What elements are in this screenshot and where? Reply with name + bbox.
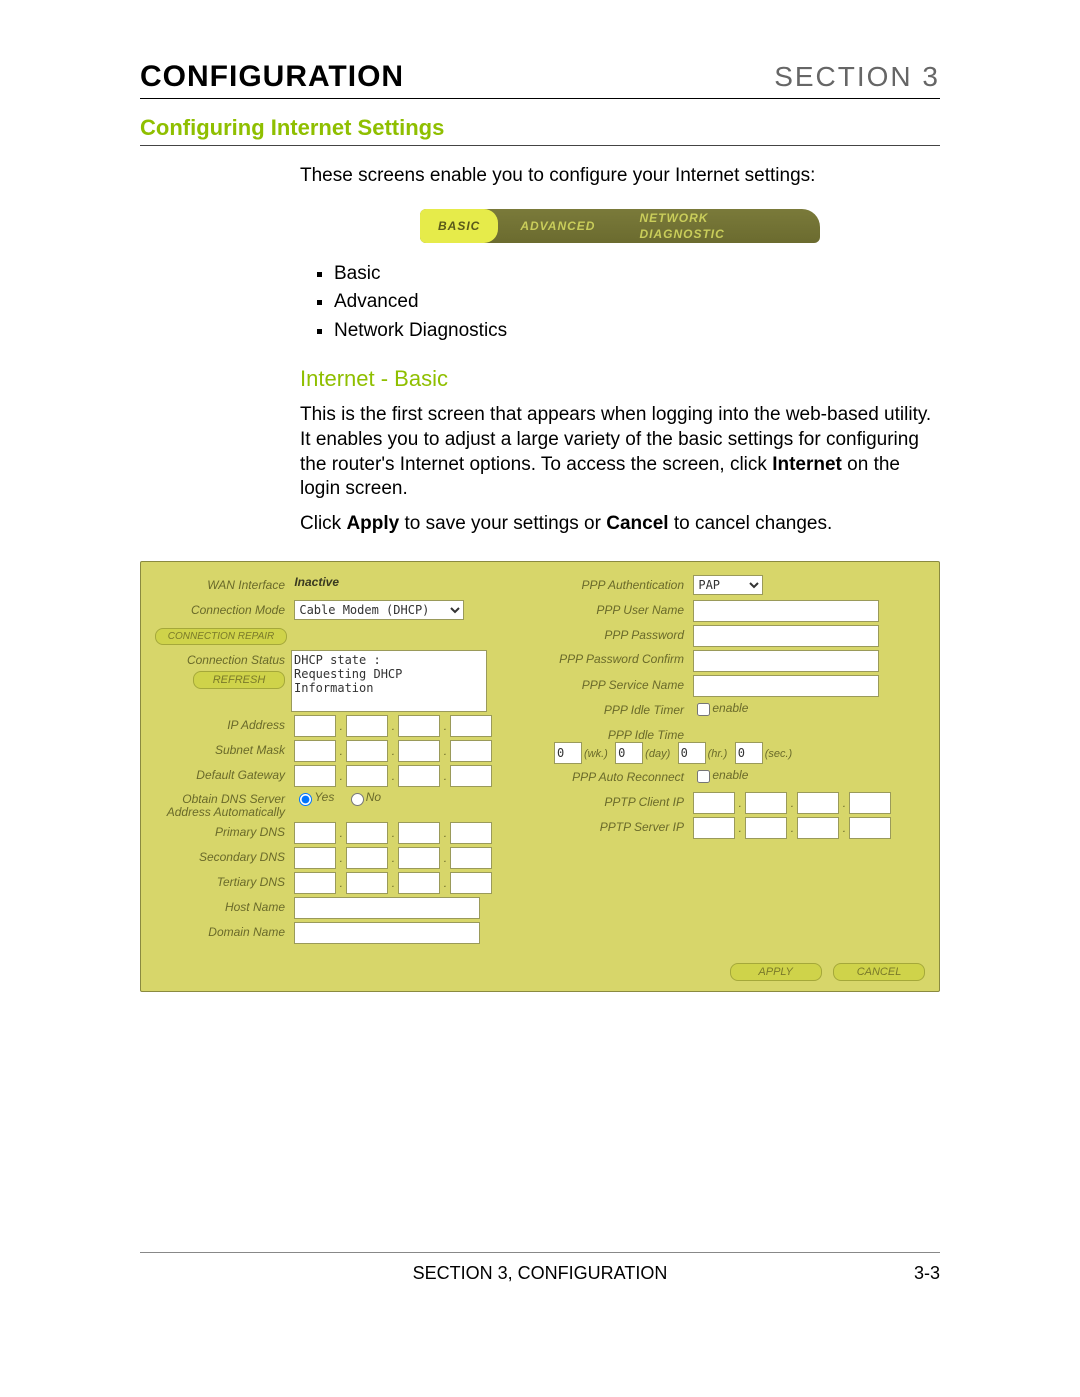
- ip-address-label: IP Address: [155, 715, 285, 732]
- ip-address-octet[interactable]: [346, 715, 388, 737]
- connection-status-text[interactable]: DHCP state : Requesting DHCP Information: [291, 650, 487, 712]
- pptp-client-ip-label: PPTP Client IP: [554, 792, 684, 809]
- idle-hr-input[interactable]: [678, 742, 706, 764]
- primary-dns-octet[interactable]: [294, 822, 336, 844]
- refresh-button[interactable]: REFRESH: [193, 671, 285, 689]
- pptp-server-octet[interactable]: [797, 817, 839, 839]
- subnet-octet[interactable]: [450, 740, 492, 762]
- ppp-auth-label: PPP Authentication: [554, 575, 684, 592]
- router-settings-panel: WAN Interface Inactive Connection Mode C…: [140, 561, 940, 992]
- subnet-octet[interactable]: [294, 740, 336, 762]
- ppp-password-confirm-input[interactable]: [693, 650, 879, 672]
- apply-button[interactable]: APPLY: [730, 963, 822, 981]
- pptp-client-octet[interactable]: [849, 792, 891, 814]
- tab-basic: BASIC: [420, 209, 498, 243]
- obtain-dns-no[interactable]: No: [346, 790, 381, 804]
- ppp-idle-timer-enable[interactable]: enable: [693, 701, 748, 715]
- tertiary-dns-octet[interactable]: [294, 872, 336, 894]
- secondary-dns-octet[interactable]: [450, 847, 492, 869]
- subnet-octet[interactable]: [346, 740, 388, 762]
- intro-text: These screens enable you to configure yo…: [300, 164, 940, 189]
- ppp-service-name-label: PPP Service Name: [554, 675, 684, 692]
- tabs-screenshot: BASIC ADVANCED NETWORK DIAGNOSTIC: [420, 209, 820, 243]
- tertiary-dns-octet[interactable]: [398, 872, 440, 894]
- secondary-dns-octet[interactable]: [398, 847, 440, 869]
- bullet-item: Basic: [334, 261, 940, 287]
- ppp-auth-select[interactable]: PAP: [693, 575, 763, 595]
- header-title: CONFIGURATION: [140, 60, 404, 94]
- host-name-label: Host Name: [155, 897, 285, 914]
- paragraph-1: This is the first screen that appears wh…: [300, 403, 940, 502]
- ppp-service-name-input[interactable]: [693, 675, 879, 697]
- obtain-dns-yes[interactable]: Yes: [294, 790, 334, 804]
- wan-interface-label: WAN Interface: [155, 575, 285, 592]
- idle-sec-input[interactable]: [735, 742, 763, 764]
- obtain-dns-auto-label: Obtain DNS Server Address Automatically: [155, 790, 285, 819]
- ppp-password-input[interactable]: [693, 625, 879, 647]
- connection-repair-button[interactable]: CONNECTION REPAIR: [155, 628, 287, 645]
- domain-name-input[interactable]: [294, 922, 480, 944]
- ppp-password-confirm-label: PPP Password Confirm: [554, 650, 684, 666]
- gateway-octet[interactable]: [294, 765, 336, 787]
- ppp-user-label: PPP User Name: [554, 600, 684, 617]
- pptp-server-octet[interactable]: [849, 817, 891, 839]
- secondary-dns-octet[interactable]: [346, 847, 388, 869]
- panel-left-column: WAN Interface Inactive Connection Mode C…: [141, 562, 540, 957]
- host-name-input[interactable]: [294, 897, 480, 919]
- wan-interface-value: Inactive: [294, 575, 339, 589]
- ip-address-octet[interactable]: [450, 715, 492, 737]
- primary-dns-octet[interactable]: [450, 822, 492, 844]
- pptp-client-octet[interactable]: [745, 792, 787, 814]
- bullet-item: Advanced: [334, 289, 940, 315]
- gateway-octet[interactable]: [346, 765, 388, 787]
- connection-mode-select[interactable]: Cable Modem (DHCP): [294, 600, 464, 620]
- panel-right-column: PPP Authentication PAP PPP User Name PPP…: [540, 562, 939, 957]
- primary-dns-label: Primary DNS: [155, 822, 285, 839]
- primary-dns-octet[interactable]: [398, 822, 440, 844]
- secondary-dns-label: Secondary DNS: [155, 847, 285, 864]
- subnet-octet[interactable]: [398, 740, 440, 762]
- paragraph-2: Click Apply to save your settings or Can…: [300, 512, 940, 537]
- ppp-password-label: PPP Password: [554, 625, 684, 642]
- idle-day-input[interactable]: [615, 742, 643, 764]
- bullet-item: Network Diagnostics: [334, 318, 940, 344]
- ppp-auto-reconnect-label: PPP Auto Reconnect: [554, 767, 684, 784]
- ppp-user-input[interactable]: [693, 600, 879, 622]
- tab-network-diagnostic: NETWORK DIAGNOSTIC: [617, 210, 820, 242]
- secondary-dns-octet[interactable]: [294, 847, 336, 869]
- gateway-octet[interactable]: [398, 765, 440, 787]
- ip-address-octet[interactable]: [398, 715, 440, 737]
- bullet-list: Basic Advanced Network Diagnostics: [300, 261, 940, 344]
- default-gateway-label: Default Gateway: [155, 765, 285, 782]
- ip-address-octet[interactable]: [294, 715, 336, 737]
- idle-wk-input[interactable]: [554, 742, 582, 764]
- pptp-server-octet[interactable]: [745, 817, 787, 839]
- ppp-idle-timer-label: PPP Idle Timer: [554, 700, 684, 717]
- subnet-mask-label: Subnet Mask: [155, 740, 285, 757]
- tertiary-dns-octet[interactable]: [346, 872, 388, 894]
- pptp-server-ip-label: PPTP Server IP: [554, 817, 684, 834]
- pptp-client-octet[interactable]: [797, 792, 839, 814]
- ppp-idle-time-label: PPP Idle Time: [554, 725, 684, 742]
- footer-page-number: 3-3: [914, 1263, 940, 1284]
- tertiary-dns-label: Tertiary DNS: [155, 872, 285, 889]
- tab-advanced: ADVANCED: [498, 218, 617, 234]
- subsection-heading: Internet - Basic: [300, 364, 940, 394]
- pptp-client-octet[interactable]: [693, 792, 735, 814]
- gateway-octet[interactable]: [450, 765, 492, 787]
- ppp-auto-reconnect-enable[interactable]: enable: [693, 768, 748, 782]
- pptp-server-octet[interactable]: [693, 817, 735, 839]
- domain-name-label: Domain Name: [155, 922, 285, 939]
- tertiary-dns-octet[interactable]: [450, 872, 492, 894]
- connection-mode-label: Connection Mode: [155, 600, 285, 617]
- footer-center: SECTION 3, CONFIGURATION: [413, 1263, 668, 1284]
- header-section: SECTION 3: [774, 61, 940, 93]
- primary-dns-octet[interactable]: [346, 822, 388, 844]
- connection-status-label: Connection Status: [187, 653, 285, 667]
- cancel-button[interactable]: CANCEL: [833, 963, 925, 981]
- section-heading: Configuring Internet Settings: [140, 115, 940, 146]
